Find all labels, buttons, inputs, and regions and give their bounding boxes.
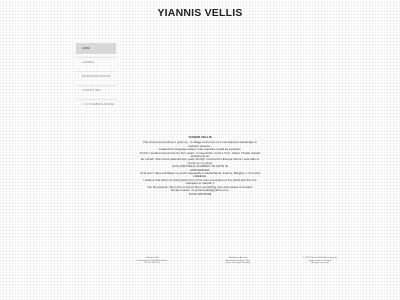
site-title: YIANNIS VELLIS [157,7,243,19]
footer-line: All rights reserved [311,262,329,265]
nav-item-works[interactable]: A WORKS [76,57,116,68]
bio-section: YIANNIS VELLIS The environment where I g… [138,135,262,196]
nav-item-contact[interactable]: CONTACT INFO [76,85,116,96]
footer-line: Tel: 06-2567-53 [144,262,160,265]
main-nav: HOME A WORKS EXHIBITIONS ARCHIVE CONTACT… [76,43,116,113]
nav-item-exhibitions[interactable]: EXHIBITIONS ARCHIVE [76,71,116,82]
footer-center: Exhibitions Archive Amsterdam Gallery Of… [208,257,268,265]
nav-item-home[interactable]: HOME [76,43,116,54]
bio-phone: Tel:06-25675309 [188,191,212,196]
bio-title: YIANNIS VELLIS [188,135,212,139]
nav-item-website[interactable]: Y. YNYI WEBSITE ONLINE [76,99,116,110]
footer-left: Yiannis Vellis Prinsengracht 1023 Amster… [122,257,182,265]
footer-right: © 2013 Yiannis Vellis Art. Design by yia… [290,257,350,265]
footer-line: Open Tuesday till Sunday [225,262,251,265]
